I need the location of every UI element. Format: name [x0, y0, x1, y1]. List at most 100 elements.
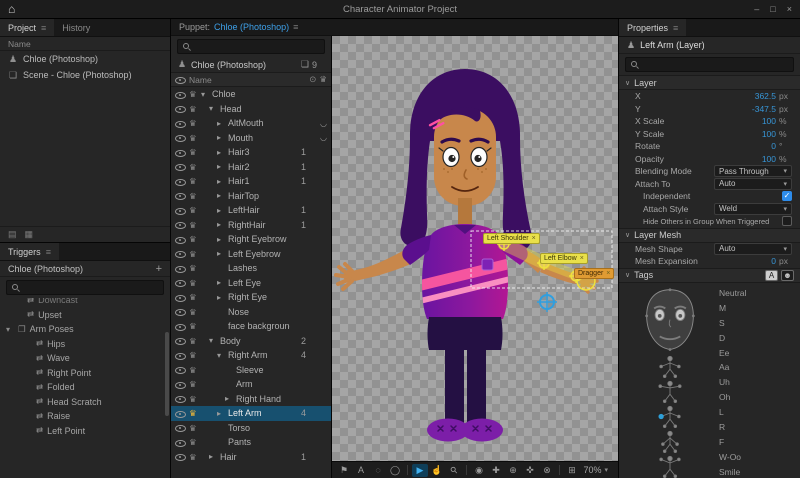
crown-icon[interactable]: ♛: [189, 90, 198, 99]
trigger-item[interactable]: ⇄ Folded: [0, 380, 170, 395]
crown-icon[interactable]: ♛: [189, 365, 198, 375]
body-tag-figure[interactable]: [650, 380, 690, 403]
maximize-button[interactable]: □: [770, 4, 775, 14]
dragger-tag[interactable]: Dragger ×: [574, 268, 615, 279]
expander-icon[interactable]: ▾: [6, 325, 14, 334]
crown-icon[interactable]: ♛: [189, 133, 198, 143]
dragger-pin-tool[interactable]: ✜: [522, 464, 538, 477]
triggers-scrollbar[interactable]: [165, 332, 169, 416]
remove-tag-icon[interactable]: ×: [606, 270, 610, 277]
crown-icon[interactable]: ♛: [189, 235, 198, 244]
visibility-eye-icon[interactable]: [175, 379, 186, 389]
visibility-eye-icon[interactable]: [175, 365, 186, 375]
crown-icon[interactable]: ♛: [189, 307, 198, 317]
trigger-item[interactable]: ⇄ Head Scratch: [0, 395, 170, 410]
body-tag-figure[interactable]: [650, 405, 690, 428]
expander-icon[interactable]: ▸: [217, 278, 225, 287]
layer-tree-row[interactable]: ♛ ▾ Right Arm 4: [171, 348, 331, 363]
project-item[interactable]: ♟ Chloe (Photoshop): [0, 51, 170, 67]
tag-label[interactable]: W-Oo: [719, 449, 796, 464]
property-value[interactable]: 362.5: [755, 91, 776, 101]
expander-icon[interactable]: ▾: [209, 336, 217, 345]
layer-tree-row[interactable]: ♛ Nose: [171, 305, 331, 320]
layer-tree-row[interactable]: ♛ Lashes: [171, 261, 331, 276]
body-tag-figure[interactable]: [650, 430, 690, 453]
tag-label[interactable]: Aa: [719, 360, 796, 375]
crown-icon[interactable]: ♛: [189, 148, 198, 157]
tags-section-header[interactable]: ∨ Tags A ☻: [619, 267, 800, 283]
property-value[interactable]: 0: [771, 256, 776, 266]
crown-icon[interactable]: ♛: [189, 191, 198, 201]
tag-label[interactable]: M: [719, 300, 796, 315]
trigger-item[interactable]: ⇄ Hips: [0, 337, 170, 352]
expander-icon[interactable]: ▸: [225, 394, 233, 403]
tag-label[interactable]: Uh: [719, 375, 796, 390]
tag-label[interactable]: R: [719, 420, 796, 435]
tag-label[interactable]: Neutral: [719, 286, 796, 301]
expander-icon[interactable]: ▸: [217, 249, 225, 258]
visibility-eye-icon[interactable]: [175, 437, 186, 447]
visibility-eye-icon[interactable]: [175, 133, 186, 143]
remove-tag-icon[interactable]: ×: [580, 255, 584, 262]
layer-tree-row[interactable]: ♛ ▸ Right Eyebrow: [171, 232, 331, 247]
visibility-eye-icon[interactable]: [175, 104, 186, 114]
crown-icon[interactable]: ♛: [189, 206, 198, 215]
expander-icon[interactable]: ▸: [217, 177, 225, 186]
tag-view-person-button[interactable]: ☻: [781, 269, 794, 281]
hand-tool[interactable]: ☝: [429, 464, 445, 477]
properties-search-input[interactable]: [643, 59, 789, 70]
visibility-eye-icon[interactable]: [175, 263, 186, 273]
ellipse-tool[interactable]: ◯: [387, 464, 403, 477]
expander-icon[interactable]: ▸: [217, 133, 225, 142]
visibility-eye-icon[interactable]: [175, 452, 186, 462]
expander-icon[interactable]: ▸: [217, 148, 225, 157]
layer-tree-row[interactable]: ♛ Sleeve: [171, 363, 331, 378]
visibility-eye-icon[interactable]: [175, 147, 186, 157]
body-tag-figure[interactable]: [650, 455, 690, 478]
hide-others-checkbox[interactable]: [782, 216, 792, 227]
property-value[interactable]: 100: [762, 116, 776, 126]
expander-icon[interactable]: ▾: [209, 104, 217, 113]
dragger-handle[interactable]: [537, 292, 557, 312]
expander-icon[interactable]: ▸: [217, 409, 225, 418]
property-value[interactable]: 100: [762, 129, 776, 139]
property-value[interactable]: -347.5: [752, 104, 776, 114]
layer-tree-row[interactable]: ♛ ▸ Right Eye: [171, 290, 331, 305]
layer-tree-row[interactable]: ♛ ▸ AltMouth ◡: [171, 116, 331, 131]
puppet-breadcrumb[interactable]: Chloe (Photoshop): [214, 22, 289, 32]
tag-label[interactable]: L: [719, 405, 796, 420]
left-elbow-tag[interactable]: Left Elbow ×: [540, 253, 588, 264]
crown-icon[interactable]: ♛: [189, 293, 198, 302]
crown-icon[interactable]: ♛: [189, 423, 198, 433]
grid-view-icon[interactable]: ▦: [25, 229, 34, 240]
trigger-item[interactable]: ⇄ Downcast: [0, 298, 170, 308]
crown-icon[interactable]: ♛: [189, 162, 198, 172]
tag-label[interactable]: Ee: [719, 345, 796, 360]
expander-icon[interactable]: ▸: [217, 235, 225, 244]
visibility-eye-icon[interactable]: [175, 205, 186, 215]
layer-tree-row[interactable]: ♛ ▾ Body 2: [171, 334, 331, 349]
visibility-eye-icon[interactable]: [175, 408, 186, 418]
layer-tree-row[interactable]: ♛ face background: [171, 319, 331, 334]
tab-history[interactable]: History: [54, 19, 98, 36]
zoom-control[interactable]: 70% ▾: [583, 465, 614, 475]
layer-section-header[interactable]: ∨ Layer: [619, 75, 800, 90]
attach-to-dropdown[interactable]: Auto ▾: [714, 177, 792, 190]
crown-icon[interactable]: ♛: [189, 104, 198, 114]
blending-mode-dropdown[interactable]: Pass Through ▾: [714, 165, 792, 178]
flag-tool[interactable]: ⚑: [336, 464, 352, 477]
panel-menu-icon[interactable]: ≡: [46, 247, 51, 257]
layer-tree-row[interactable]: ♛ ▸ Hair3 1: [171, 145, 331, 160]
crown-icon[interactable]: ♛: [189, 177, 198, 186]
visibility-eye-icon[interactable]: [175, 176, 186, 186]
tag-label[interactable]: D: [719, 330, 796, 345]
layer-tree-row[interactable]: ♛ ▸ LeftHair 1: [171, 203, 331, 218]
visibility-eye-icon[interactable]: [175, 292, 186, 302]
layer-tree-row[interactable]: ♛ ▸ Hair2 1: [171, 160, 331, 175]
visibility-eye-icon[interactable]: [175, 336, 186, 346]
layer-tree-row[interactable]: ♛ ▾ Head: [171, 102, 331, 117]
remove-tag-icon[interactable]: ×: [532, 235, 536, 242]
panel-menu-icon[interactable]: ≡: [673, 23, 678, 33]
tab-project[interactable]: Project ≡: [0, 19, 55, 36]
attach-style-dropdown[interactable]: Weld ▾: [714, 202, 792, 215]
